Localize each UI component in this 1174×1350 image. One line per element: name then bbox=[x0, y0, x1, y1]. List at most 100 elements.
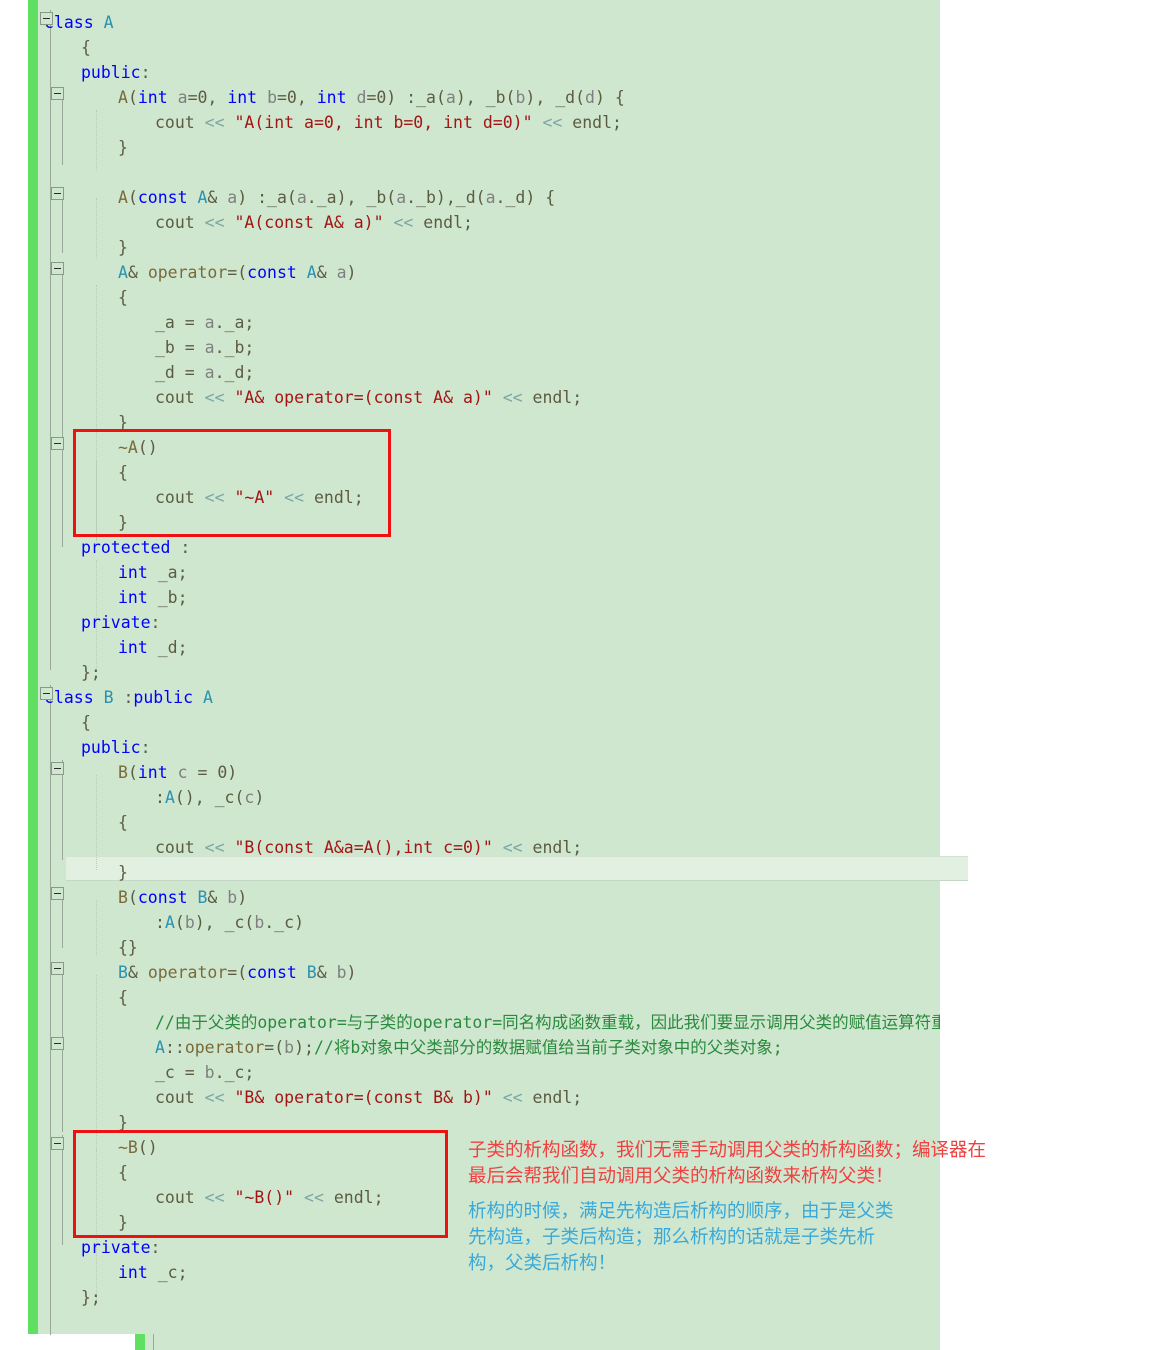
fold-toggle-icon[interactable] bbox=[51, 887, 64, 900]
code-token-id: b bbox=[204, 1063, 215, 1082]
code-token-id: b bbox=[254, 913, 265, 932]
code-token-op: << bbox=[383, 213, 424, 232]
code-token-id: c bbox=[244, 788, 255, 807]
code-token-plain: { bbox=[118, 288, 128, 307]
fold-toggle-icon[interactable] bbox=[51, 762, 64, 775]
code-token-kw: int bbox=[118, 563, 148, 582]
code-token-kw: int bbox=[227, 88, 258, 107]
code-line[interactable]: { bbox=[118, 810, 128, 835]
code-token-kw: const bbox=[137, 888, 188, 907]
code-line[interactable]: _a = a._a; bbox=[155, 310, 254, 335]
fold-toggle-icon[interactable] bbox=[51, 187, 64, 200]
code-line[interactable]: class B :public A bbox=[44, 685, 213, 710]
code-token-str: "A(const A& a)" bbox=[234, 213, 384, 232]
fold-toggle-icon[interactable] bbox=[51, 1037, 64, 1050]
code-token-fn: operator bbox=[184, 1038, 265, 1057]
code-line[interactable]: {} bbox=[118, 935, 138, 960]
code-token-kw: public bbox=[81, 63, 141, 82]
code-token-plain: : bbox=[170, 538, 191, 557]
code-token-plain: }; bbox=[81, 663, 101, 682]
code-token-plain: { bbox=[118, 988, 128, 1007]
fold-toggle-icon[interactable] bbox=[51, 437, 64, 450]
code-line[interactable]: { bbox=[118, 985, 128, 1010]
code-line[interactable]: B(const B& b) bbox=[118, 885, 247, 910]
code-line[interactable]: B& operator=(const B& b) bbox=[118, 960, 356, 985]
code-token-plain: & bbox=[316, 263, 337, 282]
code-line[interactable]: cout << "B& operator=(const B& b)" << en… bbox=[155, 1085, 582, 1110]
code-token-plain: =0, bbox=[277, 88, 317, 107]
code-line[interactable]: { bbox=[81, 35, 91, 60]
code-token-str: "B& operator=(const B& b)" bbox=[234, 1088, 493, 1107]
code-line[interactable]: int _a; bbox=[118, 560, 188, 585]
code-token-cmt: //将b对象中父类部分的数据赋值给当前子类对象中的父类对象; bbox=[313, 1038, 783, 1057]
code-token-plain: & bbox=[316, 963, 337, 982]
code-token-cmt: //由于父类的operator=与子类的operator=同名构成函数重载，因此… bbox=[155, 1013, 940, 1032]
code-token-fn: A bbox=[118, 188, 128, 207]
code-line[interactable]: int _c; bbox=[118, 1260, 188, 1285]
code-line[interactable]: :A(), _c(c) bbox=[155, 785, 264, 810]
fold-toggle-icon[interactable] bbox=[51, 962, 64, 975]
code-line[interactable]: private: bbox=[81, 610, 160, 635]
fold-toggle-icon[interactable] bbox=[51, 87, 64, 100]
code-token-kw: const bbox=[247, 263, 297, 282]
code-token-plain: ._d) { bbox=[495, 188, 556, 207]
code-line[interactable]: //由于父类的operator=与子类的operator=同名构成函数重载，因此… bbox=[155, 1010, 940, 1035]
fold-toggle-icon[interactable] bbox=[51, 262, 64, 275]
code-line[interactable]: cout << "A(int a=0, int b=0, int d=0)" <… bbox=[155, 110, 622, 135]
code-token-id: a bbox=[336, 263, 347, 282]
code-line[interactable]: int _b; bbox=[118, 585, 188, 610]
code-line[interactable]: cout << "A& operator=(const A& a)" << en… bbox=[155, 385, 582, 410]
code-token-op: << bbox=[532, 113, 573, 132]
code-token-typ: A bbox=[155, 1038, 165, 1057]
code-line[interactable]: _d = a._d; bbox=[155, 360, 254, 385]
code-token-plain: =0) :_a( bbox=[366, 88, 446, 107]
fold-toggle-icon[interactable] bbox=[40, 12, 53, 25]
code-token-id: b bbox=[284, 1038, 295, 1057]
code-line[interactable]: public: bbox=[81, 735, 151, 760]
code-line[interactable]: cout << "A(const A& a)" << endl; bbox=[155, 210, 473, 235]
code-line[interactable]: _b = a._b; bbox=[155, 335, 254, 360]
annotation-line: 最后会帮我们自动调用父类的析构函数来析构父类！ bbox=[468, 1166, 894, 1187]
code-line[interactable]: A(int a=0, int b=0, int d=0) :_a(a), _b(… bbox=[118, 85, 625, 110]
code-token-plain: & bbox=[207, 188, 228, 207]
code-fold-gutter[interactable] bbox=[38, 0, 64, 1334]
code-token-id: a bbox=[204, 313, 215, 332]
bottom-clipped-row bbox=[135, 1334, 940, 1350]
code-line[interactable]: int _d; bbox=[118, 635, 188, 660]
code-line[interactable]: protected : bbox=[81, 535, 190, 560]
code-line[interactable]: } bbox=[118, 235, 128, 260]
screenshot-root: class A{public: A(int a=0, int b=0, int d… bbox=[0, 0, 1174, 1350]
code-line[interactable]: :A(b), _c(b._c) bbox=[155, 910, 304, 935]
code-token-plain: ) :_a( bbox=[237, 188, 297, 207]
code-line[interactable]: } bbox=[118, 860, 128, 885]
code-line[interactable]: A::operator=(b);//将b对象中父类部分的数据赋值给当前子类对象中… bbox=[155, 1035, 783, 1060]
code-token-id: b bbox=[515, 88, 526, 107]
code-line[interactable]: }; bbox=[81, 1285, 101, 1310]
code-token-kw: private bbox=[81, 1238, 151, 1257]
fold-toggle-icon[interactable] bbox=[40, 687, 53, 700]
code-token-plain: _a; bbox=[147, 563, 188, 582]
code-line[interactable]: _c = b._c; bbox=[155, 1060, 254, 1085]
code-line[interactable]: public: bbox=[81, 60, 151, 85]
code-line[interactable]: private: bbox=[81, 1235, 160, 1260]
annotation-line: 子类的析构函数，我们无需手动调用父类的析构函数；编译器在 bbox=[468, 1140, 987, 1161]
code-line[interactable]: B(int c = 0) bbox=[118, 760, 237, 785]
code-line[interactable]: { bbox=[118, 285, 128, 310]
code-line[interactable]: A& operator=(const A& a) bbox=[118, 260, 356, 285]
code-line[interactable]: cout << "B(const A&a=A(),int c=0)" << en… bbox=[155, 835, 582, 860]
code-line[interactable]: A(const A& a) :_a(a._a), _b(a._b),_d(a._… bbox=[118, 185, 555, 210]
code-line[interactable]: { bbox=[81, 710, 91, 735]
code-line[interactable]: }; bbox=[81, 660, 101, 685]
fold-toggle-icon[interactable] bbox=[51, 1137, 64, 1150]
code-token-plain: : bbox=[150, 613, 161, 632]
code-token-plain: ._c; bbox=[214, 1063, 255, 1082]
annotation-line: 先构造，子类后构造；那么析构的话就是子类先析 bbox=[468, 1227, 876, 1248]
bottom-guide-line bbox=[153, 1334, 154, 1350]
code-token-plain: cout bbox=[155, 388, 195, 407]
code-line[interactable]: } bbox=[118, 135, 128, 160]
code-token-kw: int bbox=[316, 88, 347, 107]
code-token-op: << bbox=[194, 838, 235, 857]
